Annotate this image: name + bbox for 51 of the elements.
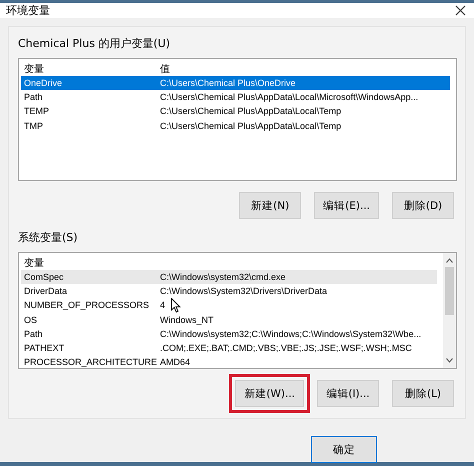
- list-row[interactable]: TEMP C:\Users\Chemical Plus\AppData\Local\Temp: [21, 104, 450, 119]
- variable-name: Path: [24, 92, 43, 102]
- list-row[interactable]: TMP C:\Users\Chemical Plus\AppData\Local\Temp: [21, 118, 450, 133]
- variable-value: C:\Users\Chemical Plus\AppData\Local\Microsoft\WindowsApp...: [160, 92, 418, 102]
- variable-name: PROCESSOR_ARCHITECTURE: [24, 357, 158, 368]
- dialog-button[interactable]: 删除(L): [392, 380, 454, 407]
- group-label: Chemical Plus 的用户变量(U): [18, 36, 172, 52]
- dialog-button[interactable]: 新建(N): [239, 192, 302, 219]
- list-row[interactable]: OneDrive C:\Users\Chemical Plus\OneDrive: [21, 76, 450, 90]
- window-title: 环境变量: [6, 3, 50, 18]
- variable-value: C:\Windows\system32;C:\Windows;C:\Windows\System32\Wbe...: [160, 328, 422, 339]
- variable-value: Windows_NT: [160, 314, 214, 325]
- variable-value: C:\Users\Chemical Plus\AppData\Local\Temp: [160, 120, 342, 131]
- variable-name: NUMBER_OF_PROCESSORS: [24, 300, 150, 310]
- variable-value: C:\Windows\System32\Drivers\DriverData: [160, 286, 328, 296]
- list-row[interactable]: NUMBER_OF_PROCESSORS 4: [21, 298, 437, 313]
- dialog-button[interactable]: 新建(W)...: [235, 380, 304, 407]
- dialog-button[interactable]: 编辑(E)...: [314, 192, 379, 219]
- variable-name: OS: [24, 314, 38, 325]
- scroll-up-icon[interactable]: [446, 258, 453, 263]
- group-label: 系统变量(S): [18, 230, 79, 246]
- variable-value: C:\Users\Chemical Plus\AppData\Local\Temp: [160, 106, 342, 116]
- close-icon[interactable]: [455, 5, 466, 16]
- variable-value: C:\Users\Chemical Plus\OneDrive: [160, 78, 296, 88]
- list-row[interactable]: Path C:\Users\Chemical Plus\AppData\Local\Microsoft\WindowsApp...: [21, 90, 450, 104]
- variable-name: DriverData: [24, 286, 68, 296]
- ok-button[interactable]: 确定: [311, 436, 377, 463]
- list-row[interactable]: OS Windows_NT: [21, 312, 437, 327]
- variable-value: AMD64: [160, 357, 190, 368]
- scroll-down-icon[interactable]: [446, 358, 453, 363]
- column-header: 变量: [24, 256, 45, 270]
- scrollbar[interactable]: [443, 253, 456, 368]
- column-header: 值: [160, 63, 171, 76]
- variable-name: Path: [24, 328, 43, 339]
- list-row[interactable]: Path C:\Windows\system32;C:\Windows;C:\Windows\System32\Wbe...: [21, 326, 437, 341]
- cursor-icon: [171, 298, 181, 313]
- list-row[interactable]: PATHEXT .COM;.EXE;.BAT;.CMD;.VBS;.VBE;.JS;.JSE;.WSF;.WSH;.MSC: [21, 340, 437, 356]
- variable-name: TEMP: [24, 106, 50, 116]
- variable-name: TMP: [24, 120, 43, 131]
- list-row[interactable]: DriverData C:\Windows\System32\Drivers\DriverData: [21, 284, 437, 298]
- variable-name: OneDrive: [24, 78, 62, 88]
- variable-value: 4: [160, 300, 166, 310]
- dialog-button[interactable]: 删除(D): [392, 192, 454, 219]
- variable-name: ComSpec: [24, 272, 64, 282]
- variable-name: PATHEXT: [24, 343, 64, 354]
- dialog-button[interactable]: 编辑(I)...: [317, 380, 379, 407]
- variable-value: C:\Windows\system32\cmd.exe: [160, 272, 286, 282]
- list-row[interactable]: PROCESSOR_ARCHITECTURE AMD64: [21, 355, 437, 368]
- variable-value: .COM;.EXE;.BAT;.CMD;.VBS;.VBE;.JS;.JSE;.WSF;.WSH;.MSC: [160, 343, 412, 354]
- column-header: 变量: [24, 62, 45, 76]
- list-row[interactable]: ComSpec C:\Windows\system32\cmd.exe: [21, 270, 437, 284]
